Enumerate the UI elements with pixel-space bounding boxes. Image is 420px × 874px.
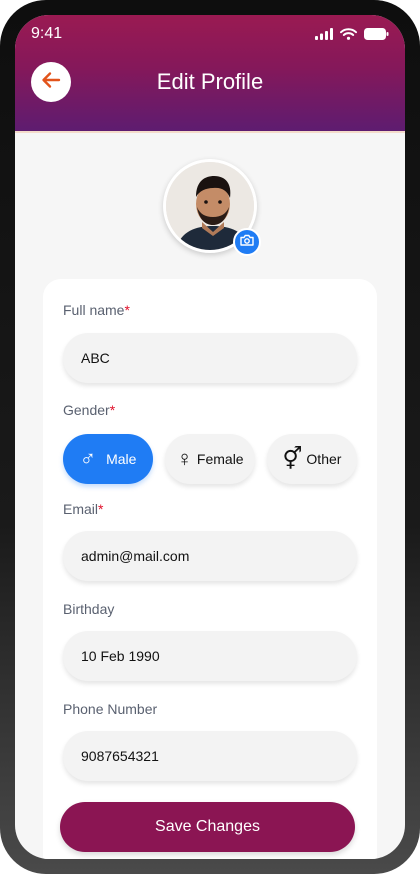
other-gender-icon: ⚥: [282, 446, 303, 471]
app-header: 9:41 Edit Profile: [15, 15, 405, 133]
gender-option-female[interactable]: ♀ Female: [165, 434, 255, 484]
gender-label-text: Gender: [63, 402, 110, 418]
required-mark: *: [109, 402, 116, 418]
email-label: Email*: [63, 501, 103, 517]
status-time: 9:41: [31, 25, 63, 42]
gender-option-label: Other: [306, 451, 342, 467]
female-icon: ♀: [176, 446, 193, 471]
save-changes-button[interactable]: Save Changes: [60, 802, 355, 852]
phone-frame: 9:41 Edit Profile Full name* ABC Gender*…: [0, 0, 420, 874]
male-icon: ♂: [79, 446, 97, 471]
signal-icon: [315, 27, 333, 45]
gender-label: Gender*: [63, 402, 115, 418]
full-name-label: Full name*: [63, 302, 130, 318]
required-mark: *: [98, 501, 104, 517]
gender-option-label: Female: [196, 451, 244, 467]
gender-option-label: Male: [106, 451, 137, 467]
phone-value: 9087654321: [81, 748, 159, 764]
birthday-label: Birthday: [63, 601, 115, 617]
email-field[interactable]: admin@mail.com: [63, 531, 357, 581]
status-bar: 9:41: [15, 15, 405, 55]
full-name-field[interactable]: ABC: [63, 333, 357, 383]
phone-label: Phone Number: [63, 701, 158, 717]
gender-option-other[interactable]: ⚥ Other: [267, 434, 357, 484]
page-title: Edit Profile: [156, 69, 264, 94]
full-name-value: ABC: [81, 350, 110, 366]
email-value: admin@mail.com: [81, 548, 190, 564]
camera-icon: [240, 233, 254, 251]
full-name-label-text: Full name: [63, 302, 125, 318]
status-icons: [315, 27, 389, 45]
change-photo-button[interactable]: [233, 228, 261, 256]
battery-icon: [364, 27, 389, 45]
required-mark: *: [124, 302, 130, 318]
app-screen: 9:41 Edit Profile Full name* ABC Gender*…: [15, 15, 405, 859]
wifi-icon: [340, 27, 357, 45]
phone-field[interactable]: 9087654321: [63, 731, 357, 781]
email-label-text: Email: [63, 501, 99, 517]
birthday-value: 10 Feb 1990: [81, 648, 160, 664]
gender-option-male[interactable]: ♂ Male: [63, 434, 153, 484]
birthday-field[interactable]: 10 Feb 1990: [63, 631, 357, 681]
avatar-container: [163, 159, 261, 256]
profile-form: Full name* ABC Gender* ♂ Male ♀ Female ⚥…: [43, 279, 377, 859]
